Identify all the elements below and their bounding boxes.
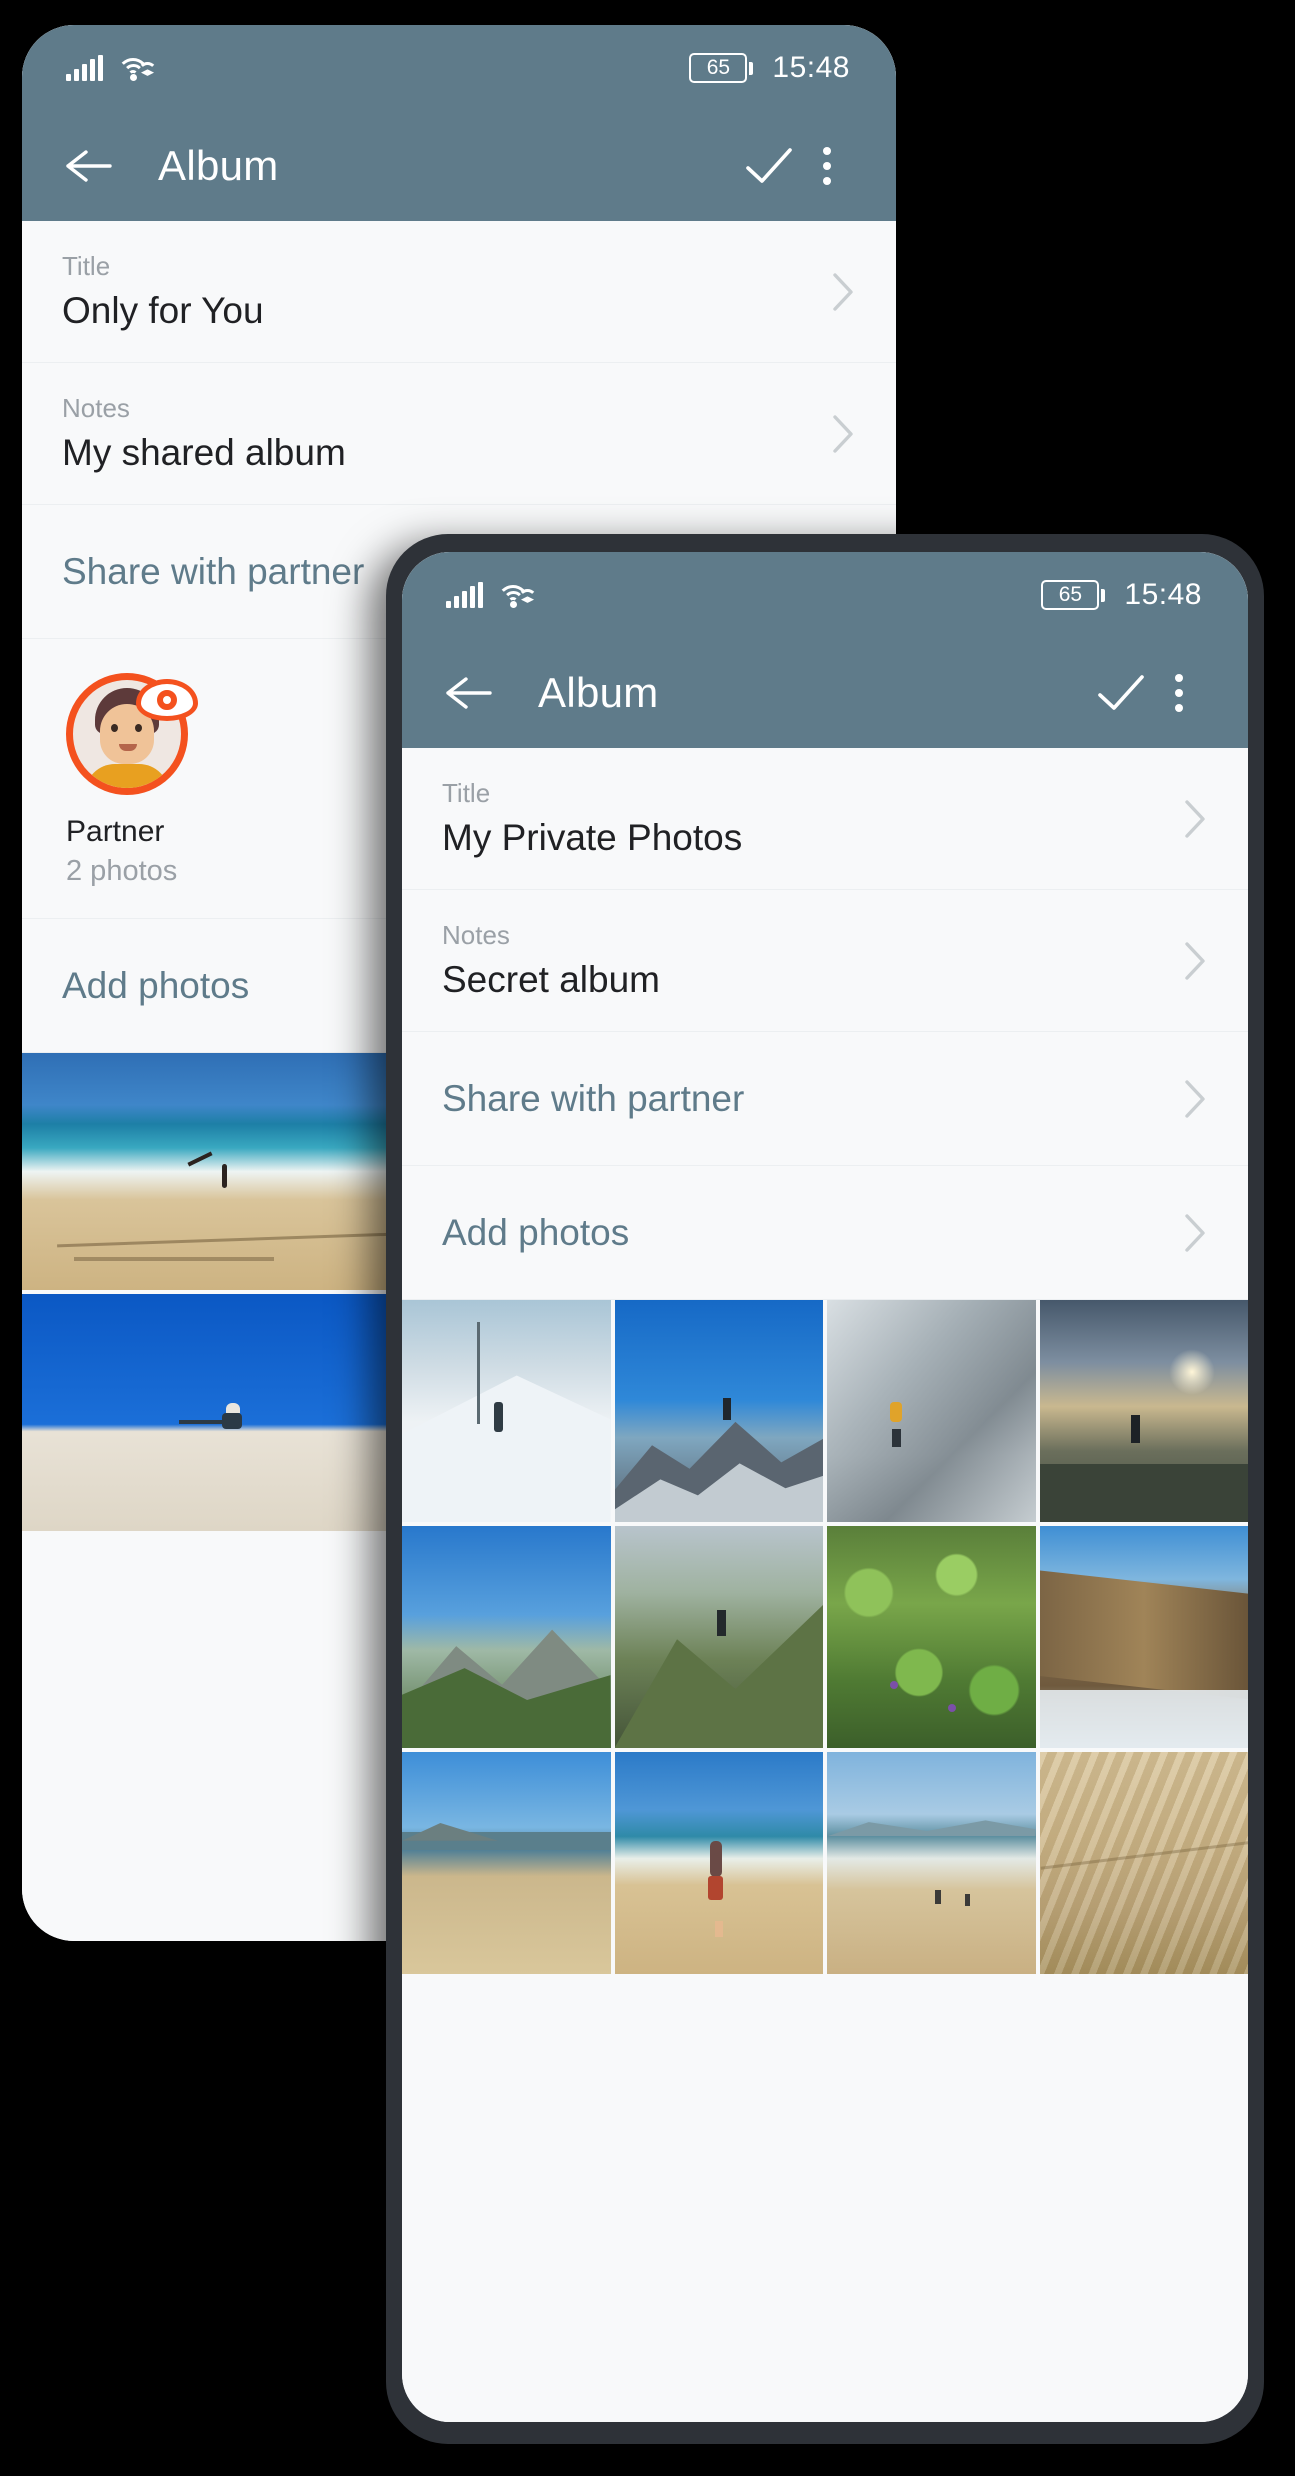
photo-thumbnail[interactable] bbox=[614, 1752, 823, 1974]
chevron-right-icon bbox=[830, 270, 856, 314]
chevron-right-icon bbox=[830, 412, 856, 456]
partner-avatar-icon bbox=[66, 673, 198, 795]
album-settings-list-front: Title My Private Photos Notes Secret alb… bbox=[402, 748, 1248, 1974]
back-arrow-icon[interactable] bbox=[438, 664, 496, 722]
title-row-value: My Private Photos bbox=[442, 817, 743, 858]
battery-icon: 65 bbox=[689, 53, 754, 83]
wifi-icon: ◂▸ bbox=[117, 55, 157, 81]
status-bar-clock: 15:48 bbox=[772, 51, 850, 84]
chevron-right-icon bbox=[1182, 1211, 1208, 1255]
notes-row-value: My shared album bbox=[62, 432, 346, 473]
share-with-partner-row-front[interactable]: Share with partner bbox=[402, 1032, 1248, 1166]
title-row-back[interactable]: Title Only for You bbox=[22, 221, 896, 363]
photo-thumbnail[interactable] bbox=[614, 1526, 823, 1748]
page-title: Album bbox=[158, 142, 279, 189]
add-photos-row-front[interactable]: Add photos bbox=[402, 1166, 1248, 1300]
kebab-menu-icon[interactable] bbox=[798, 137, 856, 195]
phone-device-front: ◂▸ 65 15:48 Album Title My Private Photo… bbox=[386, 534, 1264, 2444]
partner-photo-count: 2 photos bbox=[66, 855, 178, 887]
page-title: Album bbox=[538, 669, 659, 716]
photo-thumbnail[interactable] bbox=[402, 1526, 611, 1748]
kebab-menu-icon[interactable] bbox=[1150, 664, 1208, 722]
add-photos-label: Add photos bbox=[442, 1211, 630, 1253]
photo-thumbnail[interactable] bbox=[1039, 1526, 1248, 1748]
photo-thumbnail[interactable] bbox=[614, 1300, 823, 1522]
chevron-right-icon bbox=[1182, 1077, 1208, 1121]
app-bar-back: Album bbox=[22, 111, 896, 221]
partner-name: Partner bbox=[66, 815, 165, 848]
share-with-partner-label: Share with partner bbox=[442, 1077, 745, 1119]
notes-row-label: Notes bbox=[62, 393, 130, 423]
photo-thumbnail[interactable] bbox=[1039, 1300, 1248, 1522]
chevron-right-icon bbox=[1182, 797, 1208, 841]
photo-thumbnail[interactable] bbox=[1039, 1752, 1248, 1974]
notes-row-label: Notes bbox=[442, 920, 510, 950]
notes-row-value: Secret album bbox=[442, 959, 660, 1000]
status-bar-front: ◂▸ 65 15:48 bbox=[402, 552, 1248, 638]
wifi-icon: ◂▸ bbox=[497, 582, 537, 608]
photo-thumbnail[interactable] bbox=[827, 1752, 1036, 1974]
title-row-value: Only for You bbox=[62, 290, 264, 331]
notes-row-front[interactable]: Notes Secret album bbox=[402, 890, 1248, 1032]
photo-thumbnail[interactable] bbox=[827, 1300, 1036, 1522]
photo-grid-front bbox=[402, 1300, 1248, 1974]
cellular-signal-icon bbox=[66, 55, 103, 81]
back-arrow-icon[interactable] bbox=[58, 137, 116, 195]
cellular-signal-icon bbox=[446, 582, 483, 608]
app-bar-front: Album bbox=[402, 638, 1248, 748]
check-icon[interactable] bbox=[740, 137, 798, 195]
screenshot-stage: ◂▸ 65 15:48 Album Title Only for You Not… bbox=[0, 0, 1295, 2476]
battery-level: 65 bbox=[706, 56, 731, 79]
photo-thumbnail[interactable] bbox=[402, 1300, 611, 1522]
photo-thumbnail[interactable] bbox=[827, 1526, 1036, 1748]
eye-icon bbox=[136, 679, 198, 721]
chevron-right-icon bbox=[1182, 939, 1208, 983]
battery-icon: 65 bbox=[1041, 580, 1106, 610]
status-bar-clock: 15:48 bbox=[1124, 578, 1202, 611]
title-row-label: Title bbox=[442, 778, 491, 808]
title-row-front[interactable]: Title My Private Photos bbox=[402, 748, 1248, 890]
check-icon[interactable] bbox=[1092, 664, 1150, 722]
title-row-label: Title bbox=[62, 251, 111, 281]
photo-thumbnail[interactable] bbox=[402, 1752, 611, 1974]
battery-level: 65 bbox=[1058, 583, 1083, 606]
notes-row-back[interactable]: Notes My shared album bbox=[22, 363, 896, 505]
status-bar-back: ◂▸ 65 15:48 bbox=[22, 25, 896, 111]
